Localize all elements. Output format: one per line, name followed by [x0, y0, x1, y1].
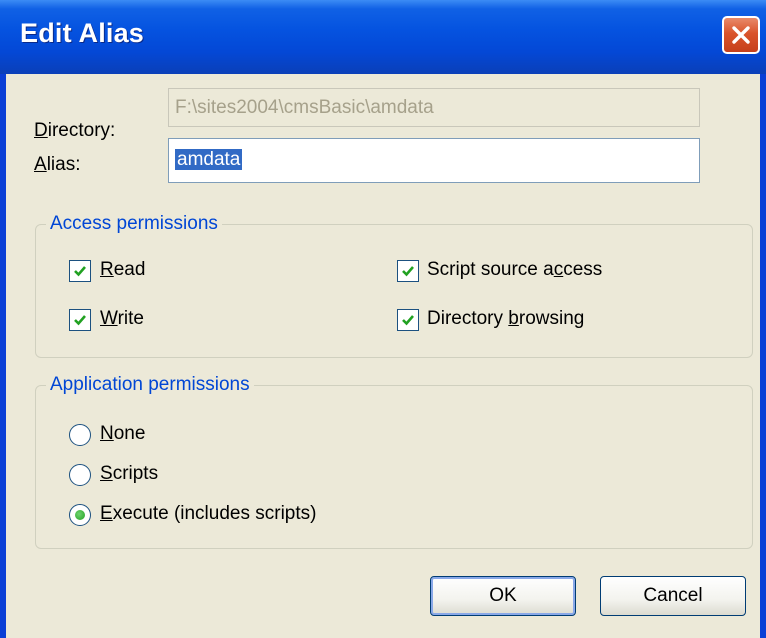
read-checkbox[interactable]	[69, 260, 91, 282]
directory-label: Directory:	[34, 120, 116, 141]
none-radio[interactable]	[69, 424, 91, 446]
alias-label: Alias:	[34, 154, 81, 175]
close-icon	[732, 26, 750, 44]
execute-radio[interactable]	[69, 504, 91, 526]
access-permissions-title: Access permissions	[46, 213, 222, 235]
alias-input[interactable]: amdata	[168, 138, 700, 183]
script-source-access-label[interactable]: Script source access	[427, 259, 602, 281]
execute-label[interactable]: Execute (includes scripts)	[100, 503, 316, 525]
script-source-access-checkbox[interactable]	[397, 260, 419, 282]
application-permissions-title: Application permissions	[46, 374, 254, 396]
checkmark-icon	[402, 266, 414, 277]
application-permissions-group: Application permissions None Scripts Exe…	[35, 374, 753, 549]
access-permissions-group: Access permissions Read Write Script sou…	[35, 213, 753, 358]
checkmark-icon	[74, 315, 86, 326]
radio-dot-icon	[75, 510, 85, 520]
checkmark-icon	[402, 315, 414, 326]
title-bar[interactable]: Edit Alias	[0, 0, 766, 74]
directory-field: F:\sites2004\cmsBasic\amdata	[168, 88, 700, 127]
write-checkbox[interactable]	[69, 309, 91, 331]
dialog-body: Directory: F:\sites2004\cmsBasic\amdata …	[6, 74, 760, 638]
ok-button[interactable]: OK	[430, 576, 576, 616]
read-label[interactable]: Read	[100, 259, 145, 281]
scripts-radio[interactable]	[69, 464, 91, 486]
directory-browsing-checkbox[interactable]	[397, 309, 419, 331]
edit-alias-dialog: Edit Alias Directory: F:\sites2004\cmsBa…	[0, 0, 766, 638]
close-button[interactable]	[722, 16, 760, 54]
scripts-label[interactable]: Scripts	[100, 463, 158, 485]
dialog-title: Edit Alias	[20, 18, 145, 48]
checkmark-icon	[74, 266, 86, 277]
alias-value: amdata	[175, 149, 243, 170]
write-label[interactable]: Write	[100, 308, 144, 330]
directory-browsing-label[interactable]: Directory browsing	[427, 308, 584, 330]
cancel-button[interactable]: Cancel	[600, 576, 746, 616]
none-label[interactable]: None	[100, 423, 145, 445]
